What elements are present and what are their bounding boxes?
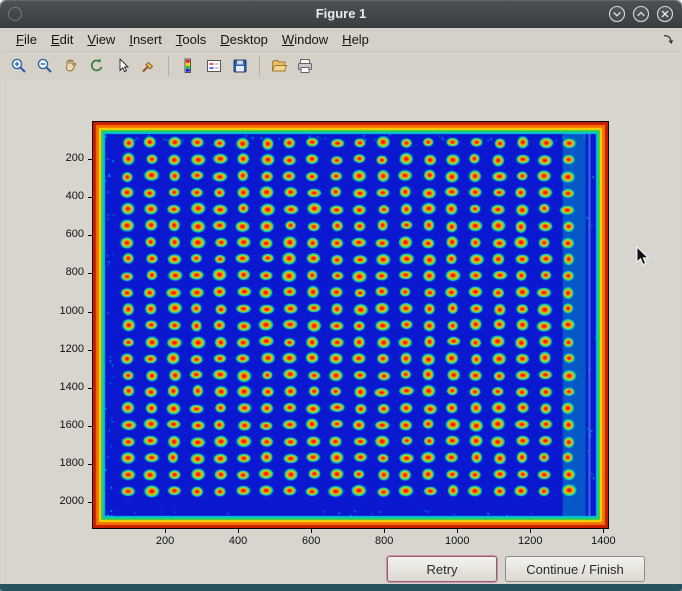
- colorbar-icon: [179, 57, 197, 75]
- print-figure-button[interactable]: [293, 54, 317, 78]
- x-tick-mark: [530, 529, 531, 533]
- menu-overflow-icon[interactable]: [661, 32, 675, 49]
- insert-colorbar-button[interactable]: [176, 54, 200, 78]
- x-tick-label: 400: [218, 535, 258, 547]
- y-tick-label: 200: [48, 152, 84, 164]
- y-tick-label: 1600: [48, 419, 84, 431]
- zoom-out-icon: [36, 57, 54, 75]
- x-tick-mark: [603, 529, 604, 533]
- save-figure-button[interactable]: [228, 54, 252, 78]
- y-tick-label: 1800: [48, 457, 84, 469]
- save-icon: [231, 57, 249, 75]
- x-tick-label: 800: [364, 535, 404, 547]
- rotate-3d-icon: [88, 57, 106, 75]
- y-tick-mark: [88, 426, 92, 427]
- y-tick-mark: [88, 350, 92, 351]
- maximize-button[interactable]: [632, 5, 650, 23]
- y-tick-mark: [88, 159, 92, 160]
- x-tick-mark: [238, 529, 239, 533]
- x-tick-label: 1200: [510, 535, 550, 547]
- y-tick-mark: [88, 197, 92, 198]
- legend-icon: [205, 57, 223, 75]
- axes[interactable]: [92, 121, 609, 529]
- menu-file[interactable]: File: [9, 29, 44, 50]
- close-button[interactable]: [656, 5, 674, 23]
- menu-desktop[interactable]: Desktop: [213, 29, 275, 50]
- x-tick-label: 600: [291, 535, 331, 547]
- mouse-cursor-icon: [636, 246, 651, 272]
- x-tick-label: 1000: [437, 535, 477, 547]
- y-tick-mark: [88, 502, 92, 503]
- brush-icon: [140, 57, 158, 75]
- menu-window[interactable]: Window: [275, 29, 335, 50]
- data-cursor-icon: [114, 57, 132, 75]
- open-file-button[interactable]: [267, 54, 291, 78]
- retry-button[interactable]: Retry: [387, 556, 497, 582]
- data-cursor-button[interactable]: [111, 54, 135, 78]
- continue-finish-button[interactable]: Continue / Finish: [505, 556, 645, 582]
- pan-button[interactable]: [59, 54, 83, 78]
- x-tick-mark: [384, 529, 385, 533]
- y-tick-label: 1000: [48, 305, 84, 317]
- printer-icon: [296, 57, 314, 75]
- toolbar-separator: [168, 56, 169, 76]
- zoom-in-button[interactable]: [7, 54, 31, 78]
- y-tick-mark: [88, 235, 92, 236]
- menu-insert[interactable]: Insert: [122, 29, 169, 50]
- figure-window: Figure 1 File Edit View Insert Tools Des…: [0, 0, 682, 591]
- menu-tools[interactable]: Tools: [169, 29, 213, 50]
- brush-button[interactable]: [137, 54, 161, 78]
- x-tick-mark: [457, 529, 458, 533]
- x-tick-label: 200: [145, 535, 185, 547]
- pan-hand-icon: [62, 57, 80, 75]
- y-tick-label: 2000: [48, 495, 84, 507]
- y-tick-label: 600: [48, 228, 84, 240]
- menu-bar: File Edit View Insert Tools Desktop Wind…: [1, 28, 681, 51]
- toolbar: [1, 51, 681, 81]
- y-tick-mark: [88, 273, 92, 274]
- folder-open-icon: [270, 57, 288, 75]
- insert-legend-button[interactable]: [202, 54, 226, 78]
- y-tick-label: 800: [48, 266, 84, 278]
- heatmap-canvas[interactable]: [92, 121, 609, 529]
- y-tick-label: 1200: [48, 343, 84, 355]
- title-bar[interactable]: Figure 1: [0, 0, 682, 28]
- y-tick-mark: [88, 388, 92, 389]
- x-tick-mark: [165, 529, 166, 533]
- y-tick-label: 400: [48, 190, 84, 202]
- window-bottom-edge: [0, 584, 682, 591]
- y-tick-mark: [88, 464, 92, 465]
- menu-view[interactable]: View: [80, 29, 122, 50]
- menu-help[interactable]: Help: [335, 29, 376, 50]
- x-tick-mark: [311, 529, 312, 533]
- toolbar-separator: [259, 56, 260, 76]
- y-tick-label: 1400: [48, 381, 84, 393]
- rotate-3d-button[interactable]: [85, 54, 109, 78]
- zoom-in-icon: [10, 57, 28, 75]
- x-tick-label: 1400: [583, 535, 623, 547]
- y-tick-mark: [88, 312, 92, 313]
- menu-edit[interactable]: Edit: [44, 29, 80, 50]
- zoom-out-button[interactable]: [33, 54, 57, 78]
- minimize-button[interactable]: [608, 5, 626, 23]
- window-title: Figure 1: [0, 0, 682, 28]
